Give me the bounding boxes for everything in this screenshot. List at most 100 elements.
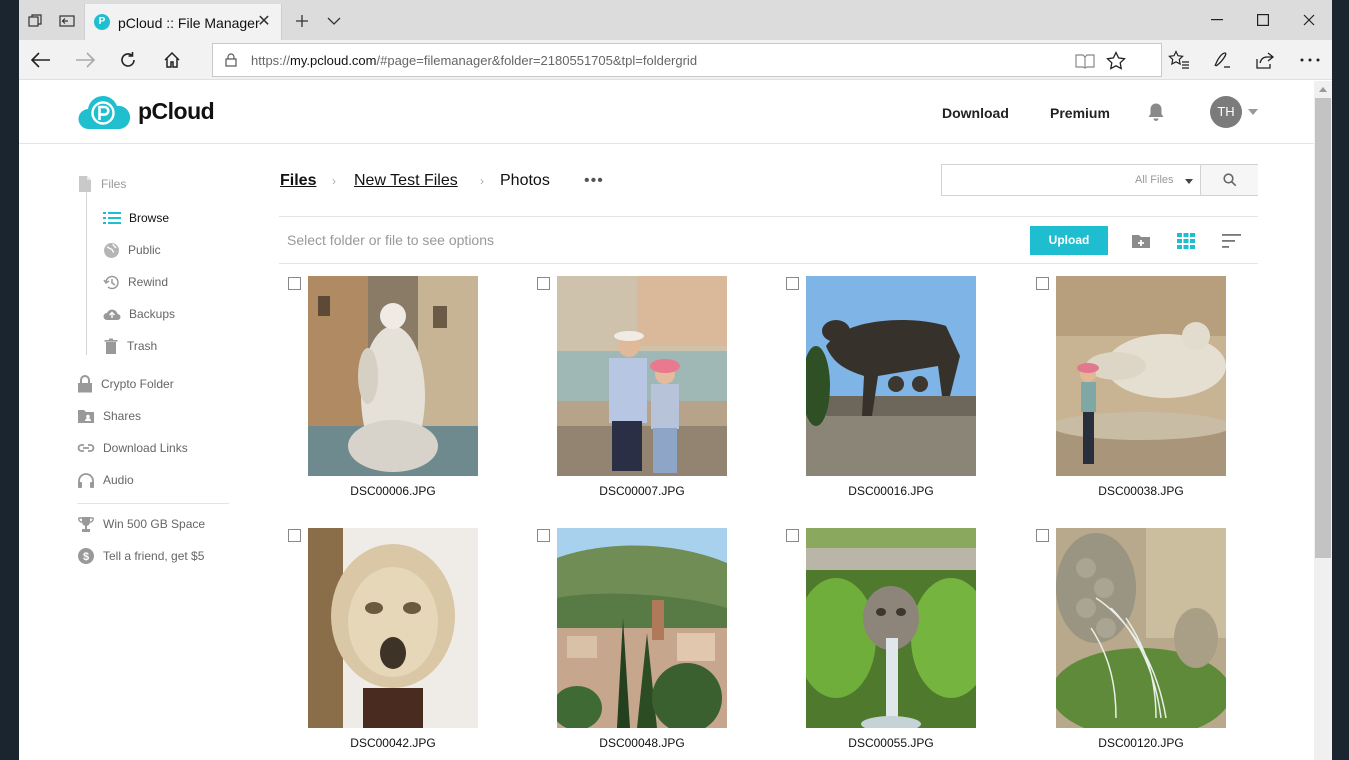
back-arrow-icon[interactable] xyxy=(25,45,57,75)
search-button[interactable] xyxy=(1200,165,1258,195)
cloud-upload-icon xyxy=(103,309,121,320)
tab-bar: P pCloud :: File Manager ✕ xyxy=(19,0,1332,40)
favorite-star-icon[interactable] xyxy=(1104,50,1128,72)
share-icon[interactable] xyxy=(1249,45,1281,75)
sidebar-item-shares[interactable]: Shares xyxy=(77,404,141,428)
browser-tab[interactable]: P pCloud :: File Manager ✕ xyxy=(84,4,282,40)
file-checkbox[interactable] xyxy=(1036,529,1049,542)
sidebar-item-trash[interactable]: Trash xyxy=(103,334,157,358)
sidebar-item-rewind[interactable]: Rewind xyxy=(103,270,168,294)
sidebar-item-label: Tell a friend, get $5 xyxy=(103,549,205,563)
file-card[interactable]: DSC00016.JPG xyxy=(786,276,1006,516)
breadcrumb-chevron-icon: › xyxy=(332,174,336,188)
search-box[interactable]: All Files xyxy=(941,164,1258,196)
sidebar-item-download-links[interactable]: Download Links xyxy=(77,436,188,460)
file-name: DSC00042.JPG xyxy=(350,736,436,750)
close-window-icon[interactable] xyxy=(1286,0,1332,40)
photo-thumbnail[interactable] xyxy=(557,528,727,728)
sidebar-item-browse[interactable]: Browse xyxy=(103,206,169,230)
file-checkbox[interactable] xyxy=(786,277,799,290)
sidebar-item-label: Files xyxy=(101,177,127,191)
photo-thumbnail[interactable] xyxy=(806,276,976,476)
file-checkbox[interactable] xyxy=(288,529,301,542)
address-bar[interactable]: https://my.pcloud.com/#page=filemanager&… xyxy=(212,43,1162,77)
breadcrumb-new-test-files[interactable]: New Test Files xyxy=(354,172,458,190)
file-checkbox[interactable] xyxy=(1036,277,1049,290)
sidebar-item-win-space[interactable]: Win 500 GB Space xyxy=(77,512,205,536)
dollar-coin-icon: $ xyxy=(78,548,94,564)
grid-view-icon[interactable] xyxy=(1174,230,1198,252)
search-input[interactable] xyxy=(948,170,1128,190)
file-card[interactable]: DSC00042.JPG xyxy=(288,528,508,760)
search-filter-select[interactable]: All Files xyxy=(1135,174,1174,186)
sidebar-item-crypto-folder[interactable]: Crypto Folder xyxy=(77,372,174,396)
file-name: DSC00007.JPG xyxy=(599,484,685,498)
shared-folder-icon xyxy=(78,410,94,423)
photo-thumbnail[interactable] xyxy=(557,276,727,476)
upload-button[interactable]: Upload xyxy=(1030,226,1108,255)
forward-arrow-icon[interactable] xyxy=(69,45,101,75)
tab-preview-chevron-down-icon[interactable] xyxy=(319,6,349,36)
download-link[interactable]: Download xyxy=(942,105,1009,121)
home-icon[interactable] xyxy=(156,45,188,75)
file-checkbox[interactable] xyxy=(786,529,799,542)
breadcrumb-files[interactable]: Files xyxy=(280,172,316,190)
file-checkbox[interactable] xyxy=(537,529,550,542)
new-tab-icon[interactable] xyxy=(287,6,317,36)
more-options-icon[interactable] xyxy=(1294,45,1326,75)
notes-pen-icon[interactable] xyxy=(1206,45,1238,75)
set-tabs-aside-icon[interactable] xyxy=(52,6,82,36)
search-icon xyxy=(1222,173,1236,187)
file-card[interactable]: DSC00120.JPG xyxy=(1036,528,1256,760)
sidebar-item-audio[interactable]: Audio xyxy=(77,468,134,492)
sidebar-item-tell-friend[interactable]: $ Tell a friend, get $5 xyxy=(77,544,204,568)
file-card[interactable]: DSC00006.JPG xyxy=(288,276,508,516)
file-name: DSC00038.JPG xyxy=(1098,484,1184,498)
new-folder-icon[interactable] xyxy=(1129,230,1153,252)
maximize-icon[interactable] xyxy=(1240,0,1286,40)
page-scrollbar[interactable] xyxy=(1314,81,1332,760)
favorites-hub-icon[interactable] xyxy=(1163,45,1195,75)
pcloud-favicon-icon: P xyxy=(94,14,110,30)
sidebar-item-backups[interactable]: Backups xyxy=(103,302,175,326)
sidebar-item-label: Trash xyxy=(127,339,158,353)
file-card[interactable]: DSC00048.JPG xyxy=(537,528,757,760)
minimize-icon[interactable] xyxy=(1194,0,1240,40)
globe-icon xyxy=(104,242,119,258)
file-name: DSC00006.JPG xyxy=(350,484,436,498)
premium-link[interactable]: Premium xyxy=(1050,105,1110,121)
search-filter-caret-icon[interactable] xyxy=(1185,179,1193,184)
refresh-icon[interactable] xyxy=(112,45,144,75)
sidebar-item-public[interactable]: Public xyxy=(103,238,161,262)
file-card[interactable]: DSC00055.JPG xyxy=(786,528,1006,760)
sidebar-item-label: Public xyxy=(128,243,161,257)
photo-thumbnail[interactable] xyxy=(1056,276,1226,476)
tab-close-icon[interactable]: ✕ xyxy=(253,11,275,33)
scroll-up-arrow-icon[interactable] xyxy=(1319,87,1327,92)
file-checkbox[interactable] xyxy=(288,277,301,290)
photo-thumbnail[interactable] xyxy=(308,528,478,728)
browser-toolbar: https://my.pcloud.com/#page=filemanager&… xyxy=(19,40,1332,80)
sidebar-item-label: Audio xyxy=(103,473,134,487)
file-checkbox[interactable] xyxy=(537,277,550,290)
folder-more-options-icon[interactable]: ••• xyxy=(584,172,604,190)
photo-thumbnail[interactable] xyxy=(308,276,478,476)
breadcrumb-current-photos: Photos xyxy=(500,172,550,189)
tab-manager-icon[interactable] xyxy=(20,6,50,36)
account-caret-down-icon[interactable] xyxy=(1248,109,1258,115)
sidebar-item-files[interactable]: Files xyxy=(77,172,126,196)
file-name: DSC00055.JPG xyxy=(848,736,934,750)
reading-view-icon[interactable] xyxy=(1073,50,1097,72)
photo-thumbnail[interactable] xyxy=(1056,528,1226,728)
user-avatar[interactable]: TH xyxy=(1210,96,1242,128)
scroll-thumb[interactable] xyxy=(1315,98,1331,558)
pcloud-logo-text[interactable]: pCloud xyxy=(138,98,215,125)
sort-icon[interactable] xyxy=(1220,230,1244,252)
url-text: https://my.pcloud.com/#page=filemanager&… xyxy=(251,53,698,68)
pcloud-logo-icon[interactable] xyxy=(77,95,131,131)
photo-thumbnail[interactable] xyxy=(806,528,976,728)
notifications-bell-icon[interactable] xyxy=(1147,102,1165,127)
file-name: DSC00120.JPG xyxy=(1098,736,1184,750)
file-card[interactable]: DSC00038.JPG xyxy=(1036,276,1256,516)
file-card[interactable]: DSC00007.JPG xyxy=(537,276,757,516)
